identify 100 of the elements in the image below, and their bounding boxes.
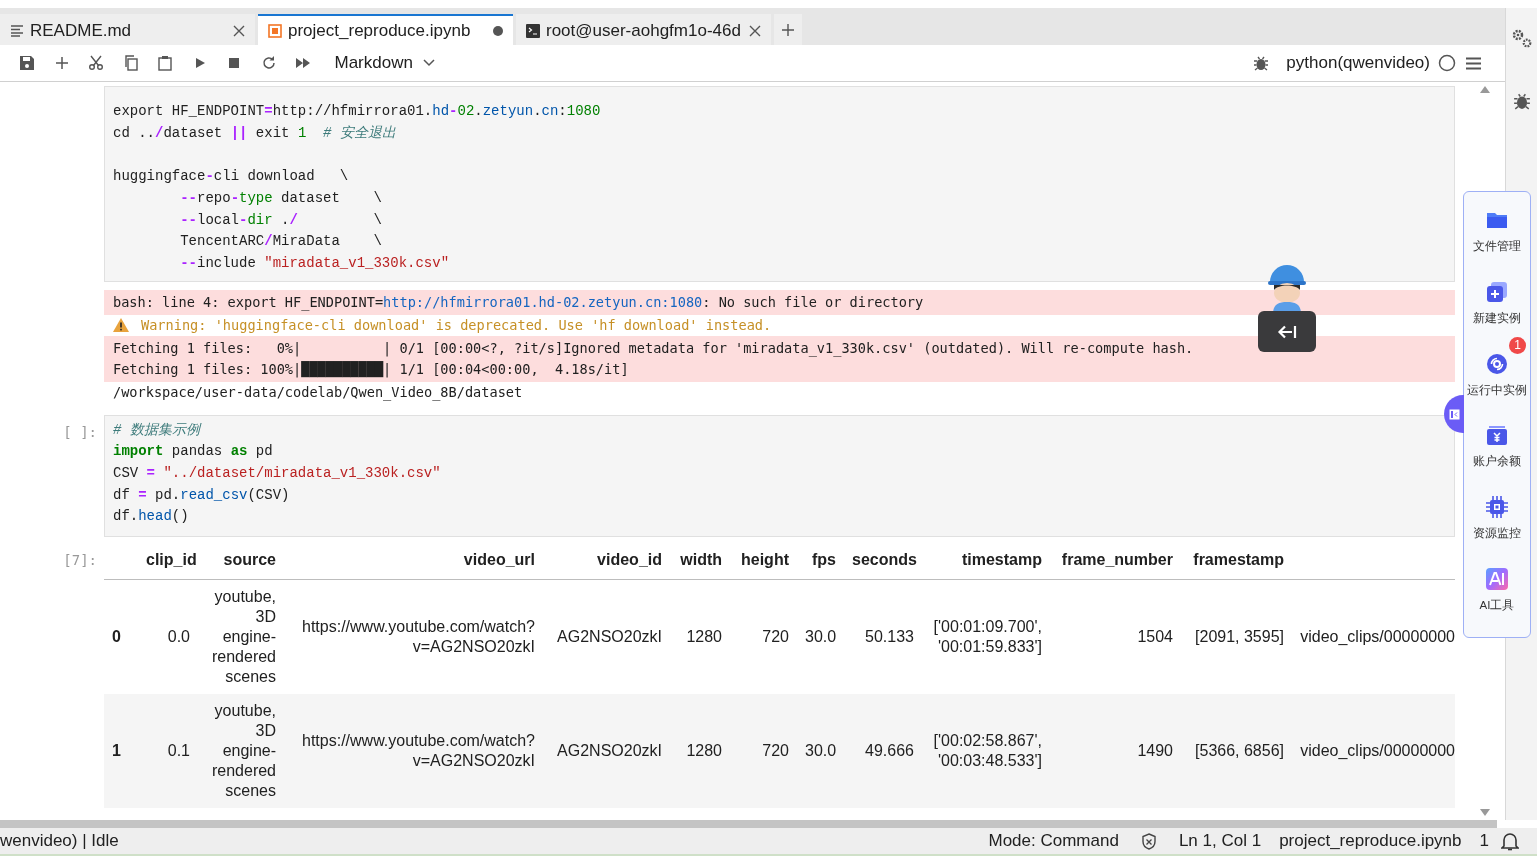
copy-icon [122, 55, 139, 71]
save-icon [19, 55, 36, 71]
scroll-down-icon[interactable] [1480, 809, 1490, 816]
table-cell: 0.0 [138, 579, 198, 695]
warning-text: Warning: 'huggingface-cli download' is deprecated. Use 'hf download' instead. [141, 315, 772, 335]
file-tab[interactable]: root@user-aohgfm1o-46d [516, 14, 771, 45]
table-cell: 1280 [670, 579, 730, 695]
shield-icon[interactable] [1140, 832, 1157, 850]
notification-count[interactable]: 1 [1479, 828, 1489, 854]
code-line: export HF_ENDPOINT=http://hfmirrora01.hd-02.zetyun.cn:1080 [113, 102, 602, 121]
sidebar-item[interactable]: 资源监控 [1465, 493, 1529, 566]
table-cell: https://www.youtube.com/watch?v=AG2NSO20zkI [284, 579, 543, 695]
collapse-button[interactable] [1258, 311, 1316, 352]
code-cell[interactable] [104, 86, 1455, 282]
menu-icon[interactable] [1466, 56, 1481, 70]
kernel-name[interactable]: python(qwenvideo) [1286, 50, 1430, 76]
table-cell: 720 [730, 579, 797, 695]
table-cell: video_clips/00000000 [1292, 579, 1455, 695]
code-line: --local-dir ./ \ [179, 210, 383, 230]
kernel-status[interactable]: wenvideo) | Idle [0, 828, 119, 854]
scroll-up-icon[interactable] [1480, 86, 1490, 93]
code-line: --repo-type dataset \ [179, 188, 383, 208]
file-tab[interactable]: README.md [0, 14, 255, 45]
new-tab-button[interactable] [774, 14, 802, 45]
table-cell: AG2NSO20zkI [543, 694, 670, 809]
table-cell: 1504 [1050, 579, 1181, 695]
table-cell: [5366, 6856] [1181, 694, 1292, 809]
table-cell: 49.666 [844, 694, 922, 809]
warning-icon [113, 318, 129, 333]
file-tab[interactable]: project_reproduce.ipynb [258, 14, 513, 45]
input-prompt: [ ]: [63, 423, 97, 440]
column-header: framestamp [1181, 541, 1292, 580]
sidebar-item[interactable]: 文件管理 [1465, 206, 1529, 278]
code-line: df = pd.read_csv(CSV) [113, 485, 291, 505]
column-header: video_url [284, 541, 543, 580]
file-name: project_reproduce.ipynb [1279, 830, 1462, 853]
table-cell: 720 [730, 694, 797, 809]
code-line: huggingface-cli download \ [113, 167, 350, 187]
code-line: cd ../dataset || exit 1 # 安全退出 [113, 123, 397, 143]
code-line: # 数据集示例 [113, 420, 203, 440]
scissors-icon [88, 55, 105, 71]
table-cell: 1280 [670, 694, 730, 809]
table-cell: 50.133 [844, 579, 922, 695]
plus-icon [53, 55, 70, 71]
gears-icon[interactable] [1511, 28, 1532, 48]
column-header: fps [797, 541, 844, 580]
collapse-icon [1448, 408, 1460, 420]
table-cell: youtube, 3D engine-rendered scenes [198, 579, 284, 695]
table-cell: video_clips/00000000 [1292, 694, 1455, 809]
column-header: timestamp [922, 541, 1050, 580]
table-cell: AG2NSO20zkI [543, 579, 670, 695]
chip-icon [1485, 495, 1509, 520]
row-index: 1 [104, 694, 138, 809]
code-line: TencentARC/MiraData \ [179, 232, 383, 252]
plus-icon [782, 23, 794, 36]
chevron-down-icon [422, 59, 435, 67]
restart-icon [260, 55, 277, 71]
sidebar-item[interactable]: AI工具 [1465, 565, 1529, 637]
output-line: /workspace/user-data/codelab/Qwen_Video_8B/dataset [113, 382, 524, 403]
mode-indicator[interactable]: Mode: Command [988, 828, 1119, 854]
table-cell: ['00:01:09.700', '00:01:59.833'] [922, 579, 1050, 695]
close-icon[interactable] [749, 24, 761, 37]
table-cell: https://www.youtube.com/watch?v=AG2NSO20zkI [284, 694, 543, 809]
table-cell: 30.0 [797, 694, 844, 809]
column-header: height [730, 541, 797, 580]
column-header: width [670, 541, 730, 580]
sidebar-item[interactable]: 账户余额 [1465, 421, 1529, 494]
table-cell: 1490 [1050, 694, 1181, 809]
notification-badge: 1 [1509, 337, 1526, 354]
code-line: import pandas as pd [113, 442, 274, 462]
close-icon[interactable] [233, 24, 245, 37]
code-line: df.head() [113, 507, 190, 527]
output-prompt: [7]: [63, 552, 97, 569]
code-line: CSV = "../dataset/miradata_v1_330k.csv" [113, 464, 442, 484]
column-header: seconds [844, 541, 922, 580]
unsaved-dot-icon [493, 25, 503, 36]
column-header: frame_number [1050, 541, 1181, 580]
code-cell[interactable]: # 数据集示例 import pandas as pd CSV = "../dataset/miradata_v1_330k.csv" df = pd.read_csv(CSV) df.head() [104, 414, 1455, 538]
output-line: Fetching 1 files: 0%| | 0/1 [00:00<?, ?it/s]Ignored metadata for 'miradata_v1_330k.csv' (outdated). Will re-compute hash. [113, 338, 1195, 359]
output-line: bash: line 4: export HF_ENDPOINT=http://hfmirrora01.hd-02.zetyun.cn:1080: No such file or directory [113, 292, 925, 313]
cell-type-dropdown[interactable]: Markdown [334, 49, 435, 77]
horizontal-scrollbar[interactable] [0, 820, 1497, 828]
bug-icon[interactable] [1254, 55, 1269, 71]
yen-card-icon [1485, 423, 1509, 448]
table-cell: [2091, 3595] [1181, 579, 1292, 695]
table-cell: ['00:02:58.867', '00:03:48.533'] [922, 694, 1050, 809]
column-header: clip_id [138, 541, 198, 580]
table-cell: youtube, 3D engine-rendered scenes [198, 694, 284, 809]
column-header: video_id [543, 541, 670, 580]
table-cell: 0.1 [138, 694, 198, 809]
arrow-left-bar-icon [1277, 323, 1297, 340]
cursor-position[interactable]: Ln 1, Col 1 [1178, 828, 1262, 854]
bug-icon[interactable] [1513, 92, 1530, 110]
output-line: Fetching 1 files: 100%|██████████| 1/1 [00:04<00:00, 4.18s/it] [113, 359, 630, 380]
ai-logo-icon [1485, 567, 1509, 592]
table-cell: 30.0 [797, 579, 844, 695]
bell-icon[interactable] [1501, 831, 1519, 851]
clipboard-icon [157, 55, 174, 71]
disc-icon [1485, 351, 1509, 376]
column-header: source [198, 541, 284, 580]
